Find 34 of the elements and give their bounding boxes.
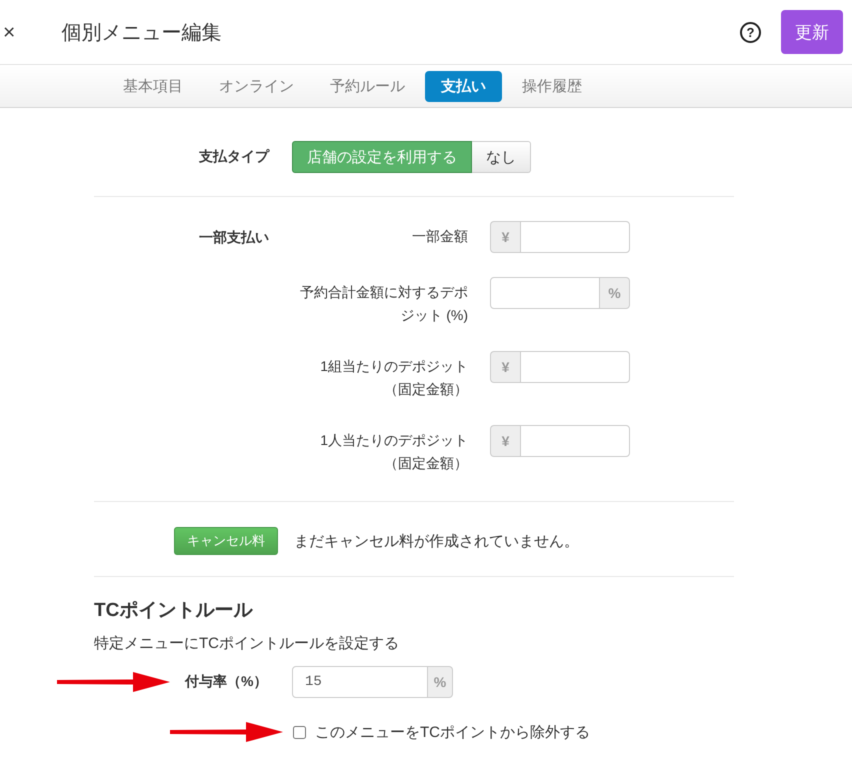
field-label: 1組当たりのデポジット（固定金額）	[319, 357, 468, 399]
checkbox-label: このメニューをTCポイントから除外する	[315, 722, 590, 742]
amount-input[interactable]	[520, 351, 630, 383]
tab[interactable]: 操作履歴	[506, 70, 598, 102]
field-label: 付与率（%）	[185, 673, 268, 691]
unit-label: %	[428, 666, 453, 698]
tab[interactable]: 基本項目	[107, 70, 199, 102]
tab[interactable]: 支払い	[425, 70, 502, 102]
unit-label: ¥	[490, 221, 520, 253]
option-button[interactable]: なし	[472, 141, 531, 173]
cancel-fee-button[interactable]: キャンセル料	[174, 527, 278, 555]
amount-input[interactable]	[520, 221, 630, 253]
unit-label: ¥	[490, 351, 520, 383]
amount-input[interactable]	[520, 425, 630, 457]
tab[interactable]: 予約ルール	[314, 70, 421, 102]
tab[interactable]: オンライン	[203, 70, 310, 102]
percent-input[interactable]: 15	[292, 666, 428, 698]
unit-label: %	[600, 277, 630, 309]
field-label: 1人当たりのデポジット（固定金額）	[319, 431, 468, 473]
option-button[interactable]: 店舗の設定を利用する	[292, 141, 472, 173]
help-button[interactable]: ?	[740, 22, 761, 42]
field-label: 支払タイプ	[199, 148, 271, 166]
unit-label: ¥	[490, 425, 520, 457]
section-label: 一部支払い	[199, 228, 270, 247]
page-title: 個別メニュー編集	[61, 20, 222, 46]
exclude-checkbox[interactable]	[293, 726, 306, 738]
close-button[interactable]: ×	[3, 22, 16, 42]
field-label: 予約合計金額に対するデポジット (%)	[299, 283, 468, 325]
field-label: 一部金額	[411, 227, 468, 246]
section-title: TCポイントルール	[94, 599, 252, 623]
section-description: 特定メニューにTCポイントルールを設定する	[94, 634, 399, 654]
update-button[interactable]: 更新	[781, 10, 843, 54]
status-message: まだキャンセル料が作成されていません。	[294, 532, 579, 550]
percent-input[interactable]	[490, 277, 600, 309]
